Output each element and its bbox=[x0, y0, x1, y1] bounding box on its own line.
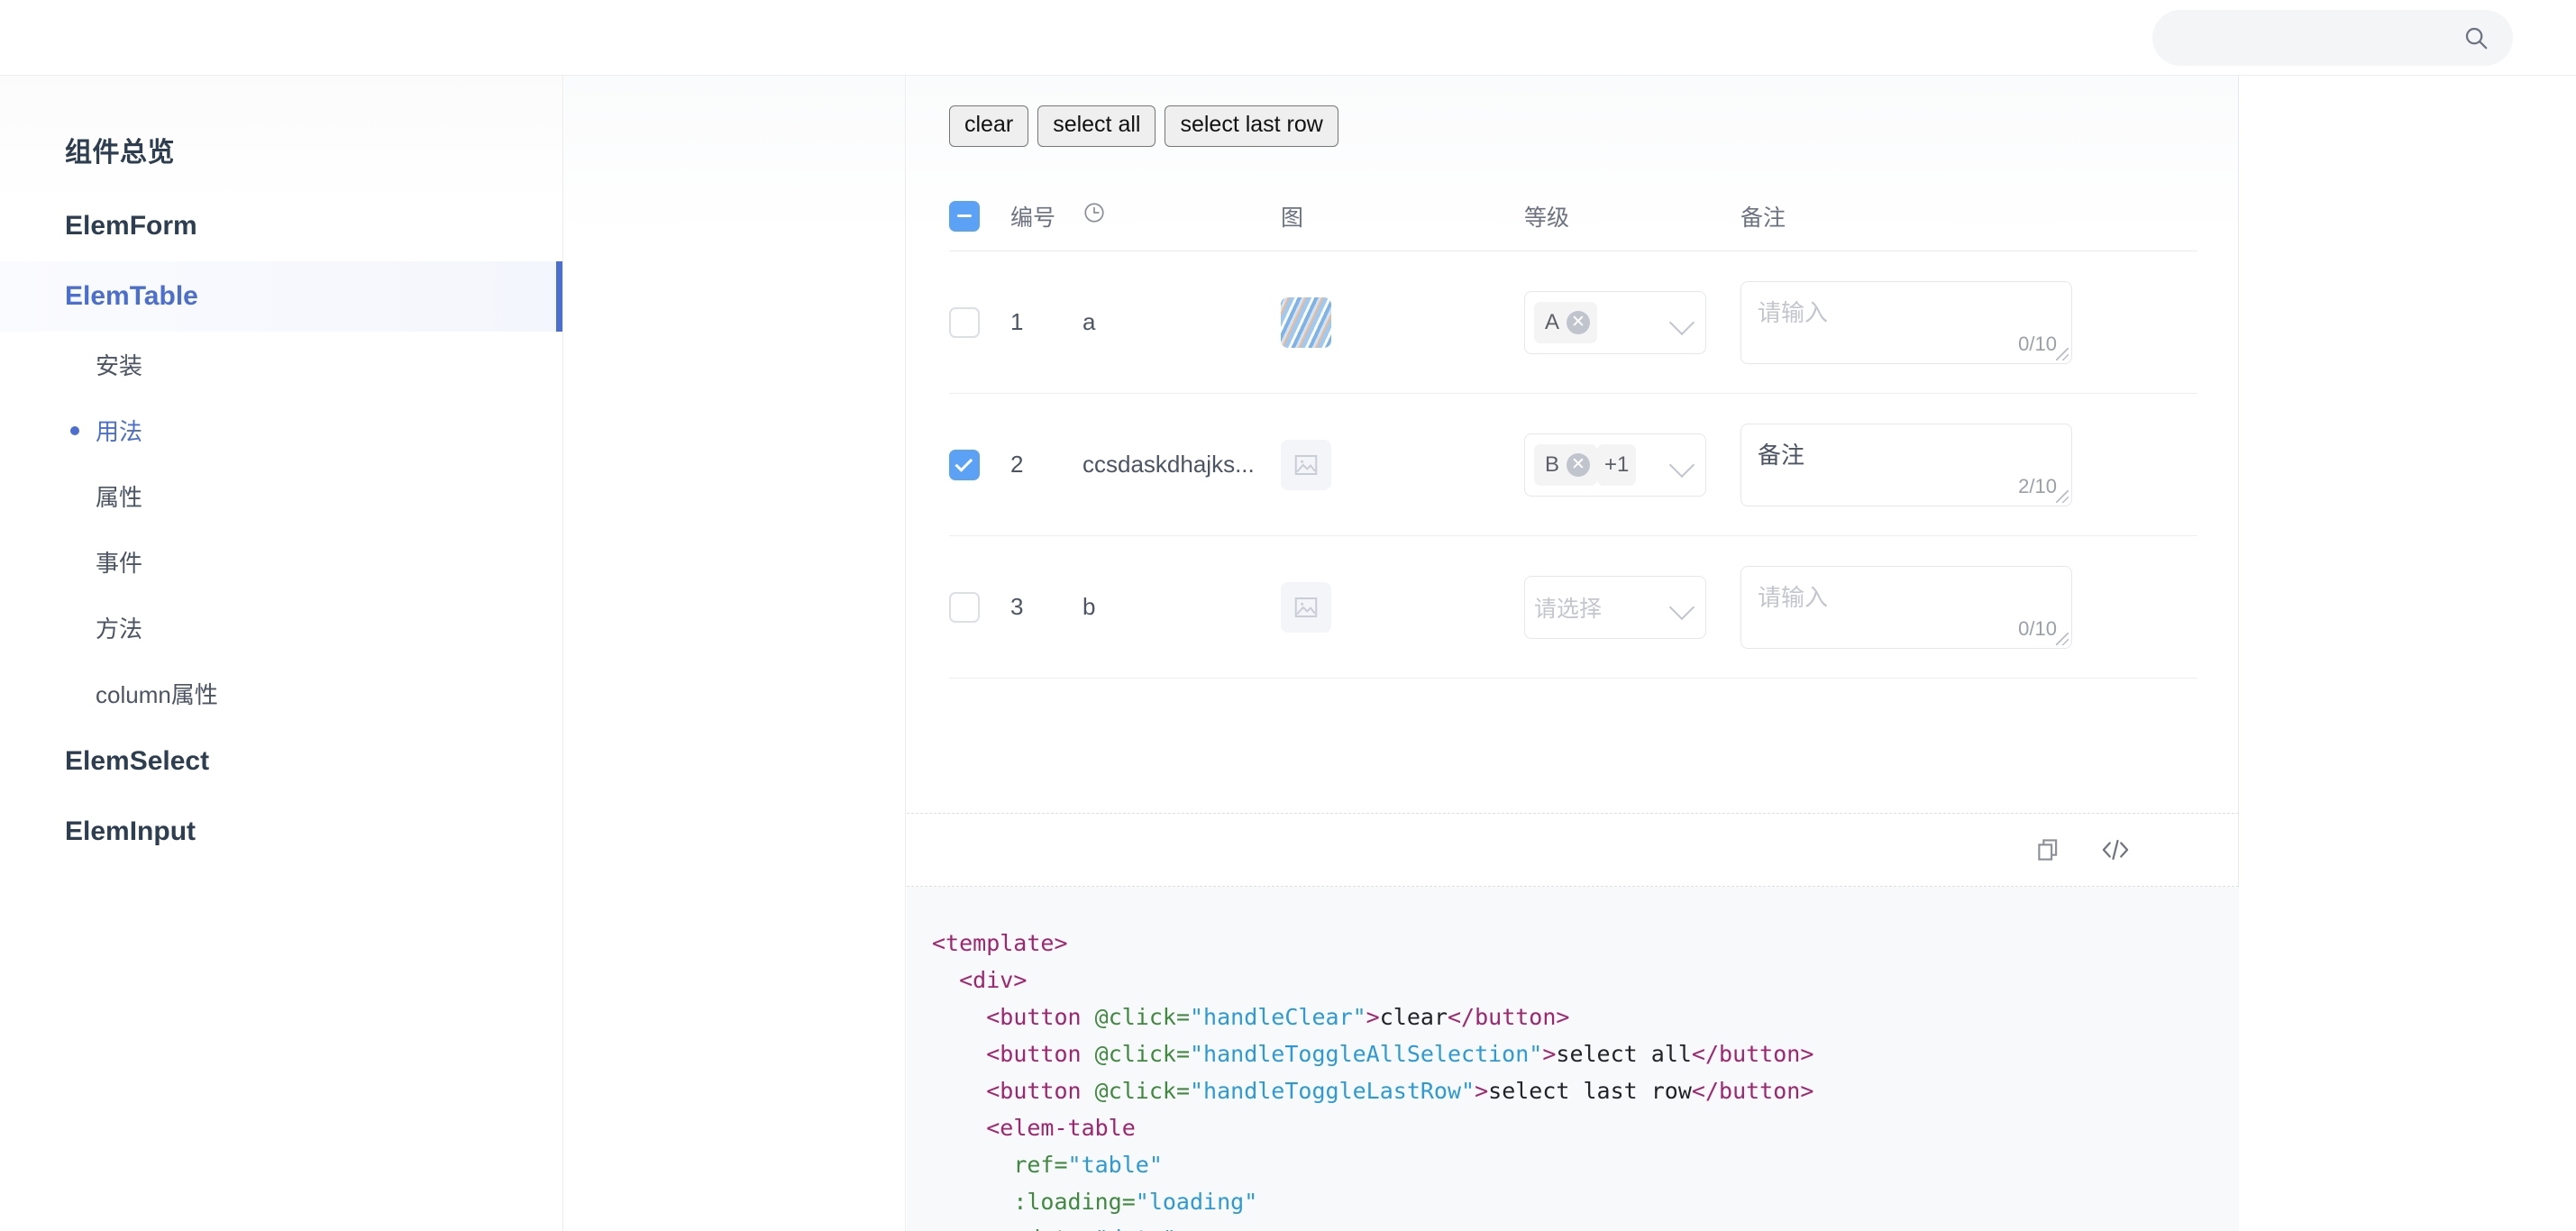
cell-level: 请选择 bbox=[1524, 575, 1740, 639]
header-checkbox-cell bbox=[949, 200, 1010, 232]
select-placeholder: 请选择 bbox=[1534, 596, 1603, 622]
note-counter: 2/10 bbox=[2018, 474, 2057, 497]
column-header-level[interactable]: 等级 bbox=[1524, 200, 1740, 233]
page-body: 组件总览 ElemForm ElemTable 安装 用法 属性 事件 方法 c… bbox=[0, 76, 2576, 1231]
resize-handle[interactable] bbox=[2056, 489, 2069, 503]
column-header-time[interactable] bbox=[1082, 201, 1281, 231]
copy-icon[interactable] bbox=[2035, 836, 2062, 863]
cell-level: B ✕ +1 bbox=[1524, 433, 1740, 497]
note-textarea[interactable]: 请输入 0/10 bbox=[1740, 280, 2072, 364]
tag-remove-icon[interactable]: ✕ bbox=[1567, 310, 1591, 334]
content-gutter bbox=[564, 76, 906, 1231]
level-select[interactable]: A ✕ bbox=[1524, 290, 1706, 354]
row-checkbox[interactable] bbox=[949, 449, 980, 480]
cell-image bbox=[1281, 296, 1524, 348]
search-box[interactable] bbox=[2152, 10, 2513, 66]
sidebar-subitem-install[interactable]: 安装 bbox=[0, 332, 562, 397]
demo-action-buttons: clear select all select last row bbox=[949, 105, 1338, 147]
clear-button[interactable]: clear bbox=[949, 105, 1029, 147]
code-block: <template> <div> <button @click="handleC… bbox=[907, 887, 2239, 1231]
data-table: 编号 图 等级 备注 1 a A ✕ 请输入 0/10 2 ccsdaskdha… bbox=[949, 181, 2197, 679]
image-placeholder[interactable] bbox=[1281, 581, 1331, 633]
top-bar bbox=[0, 0, 2576, 76]
resize-handle[interactable] bbox=[2056, 632, 2069, 645]
select-last-row-button[interactable]: select last row bbox=[1165, 105, 1338, 147]
search-input[interactable] bbox=[2176, 10, 2473, 66]
sidebar-subitem-attributes[interactable]: 属性 bbox=[0, 463, 562, 529]
sidebar-item-elemtable[interactable]: ElemTable bbox=[0, 261, 562, 332]
right-empty-area bbox=[2240, 76, 2576, 1231]
tag-label: B bbox=[1545, 451, 1560, 477]
note-placeholder: 请输入 bbox=[1758, 583, 1829, 611]
code-content[interactable]: <template> <div> <button @click="handleC… bbox=[932, 925, 2239, 1231]
cell-note: 请输入 0/10 bbox=[1740, 280, 2101, 364]
note-textarea[interactable]: 请输入 0/10 bbox=[1740, 565, 2072, 649]
note-value: 备注 bbox=[1758, 441, 1805, 469]
cell-id: 3 bbox=[1010, 593, 1024, 620]
cell-note: 请输入 0/10 bbox=[1740, 565, 2101, 649]
sidebar-item-eleminput[interactable]: ElemInput bbox=[0, 797, 562, 867]
tag-label: A bbox=[1545, 309, 1560, 334]
indeterminate-dash-icon bbox=[957, 214, 972, 217]
demo-card: clear select all select last row 编号 图 等级… bbox=[907, 76, 2239, 1231]
sidebar-item-overview[interactable]: 组件总览 bbox=[0, 108, 562, 191]
note-placeholder: 请输入 bbox=[1758, 298, 1829, 326]
table-row: 2 ccsdaskdhajks... B ✕ +1 备注 2/10 bbox=[949, 394, 2197, 536]
search-icon[interactable] bbox=[2462, 24, 2489, 51]
image-thumbnail[interactable] bbox=[1281, 296, 1331, 348]
cell-note: 备注 2/10 bbox=[1740, 423, 2101, 506]
sidebar-subitem-column-attributes[interactable]: column属性 bbox=[0, 661, 562, 726]
sidebar: 组件总览 ElemForm ElemTable 安装 用法 属性 事件 方法 c… bbox=[0, 76, 563, 1231]
row-checkbox-cell bbox=[949, 449, 1010, 480]
cell-time: ccsdaskdhajks... bbox=[1082, 451, 1255, 478]
table-header-row: 编号 图 等级 备注 bbox=[949, 181, 2197, 251]
column-header-id[interactable]: 编号 bbox=[1010, 200, 1082, 233]
level-select[interactable]: B ✕ +1 bbox=[1524, 433, 1706, 497]
selected-tag[interactable]: A ✕ bbox=[1534, 301, 1598, 343]
cell-level: A ✕ bbox=[1524, 290, 1740, 354]
cell-image bbox=[1281, 439, 1524, 490]
clock-icon bbox=[1082, 201, 1106, 231]
column-header-note[interactable]: 备注 bbox=[1740, 200, 2101, 233]
sidebar-subitem-events[interactable]: 事件 bbox=[0, 529, 562, 595]
cell-time: a bbox=[1082, 308, 1096, 335]
table-row: 3 b 请选择 请输入 0/10 bbox=[949, 536, 2197, 679]
sidebar-subitem-usage[interactable]: 用法 bbox=[0, 397, 562, 463]
image-placeholder[interactable] bbox=[1281, 439, 1331, 490]
picture-icon bbox=[1294, 597, 1318, 617]
code-icon[interactable] bbox=[2100, 836, 2131, 863]
sidebar-item-elemform[interactable]: ElemForm bbox=[0, 191, 562, 261]
cell-image bbox=[1281, 581, 1524, 633]
cell-time: b bbox=[1082, 593, 1096, 620]
note-textarea[interactable]: 备注 2/10 bbox=[1740, 423, 2072, 506]
level-select[interactable]: 请选择 bbox=[1524, 575, 1706, 639]
table-row: 1 a A ✕ 请输入 0/10 bbox=[949, 251, 2197, 394]
sidebar-item-elemselect[interactable]: ElemSelect bbox=[0, 726, 562, 797]
tag-remove-icon[interactable]: ✕ bbox=[1567, 452, 1591, 477]
row-checkbox[interactable] bbox=[949, 306, 980, 338]
chevron-down-icon[interactable] bbox=[1668, 594, 1695, 620]
select-all-button[interactable]: select all bbox=[1037, 105, 1156, 147]
cell-id: 2 bbox=[1010, 451, 1024, 478]
column-header-image[interactable]: 图 bbox=[1281, 200, 1524, 233]
selected-tag[interactable]: B ✕ bbox=[1534, 443, 1598, 486]
select-all-checkbox[interactable] bbox=[949, 200, 980, 232]
overflow-tag[interactable]: +1 bbox=[1597, 443, 1637, 486]
row-checkbox-cell bbox=[949, 591, 1010, 623]
row-checkbox[interactable] bbox=[949, 591, 980, 623]
note-counter: 0/10 bbox=[2018, 332, 2057, 355]
check-icon bbox=[955, 453, 973, 472]
chevron-down-icon[interactable] bbox=[1668, 309, 1695, 335]
note-counter: 0/10 bbox=[2018, 616, 2057, 640]
row-checkbox-cell bbox=[949, 306, 1010, 338]
resize-handle[interactable] bbox=[2056, 347, 2069, 360]
cell-id: 1 bbox=[1010, 308, 1024, 335]
chevron-down-icon[interactable] bbox=[1668, 451, 1695, 478]
picture-icon bbox=[1294, 454, 1318, 475]
sidebar-subitem-methods[interactable]: 方法 bbox=[0, 595, 562, 661]
code-toolbar bbox=[907, 813, 2239, 887]
